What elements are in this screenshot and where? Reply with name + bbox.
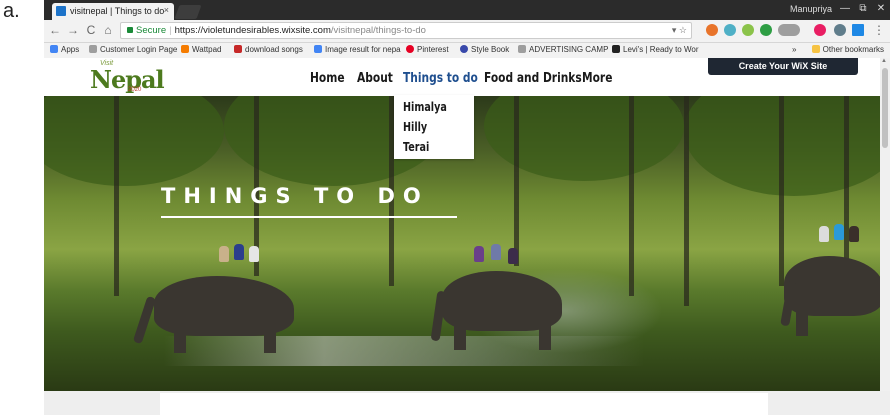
- home-icon[interactable]: ⌂: [101, 23, 115, 37]
- bookmark-item[interactable]: Apps: [50, 45, 79, 54]
- title-bar: visitnepal | Things to do × Manupriya — …: [44, 0, 890, 20]
- dropdown-item-himalya[interactable]: Himalya: [403, 100, 447, 114]
- rider: [474, 246, 484, 262]
- pinterest-icon: [406, 45, 414, 53]
- tree-trunk: [684, 96, 689, 306]
- site-favicon-icon: [56, 6, 66, 16]
- forward-icon[interactable]: →: [66, 23, 80, 37]
- extension-icon[interactable]: [834, 24, 846, 36]
- nav-food-and-drinks[interactable]: Food and Drinks: [484, 71, 582, 86]
- url-path: /visitnepal/things-to-do: [330, 25, 426, 36]
- stylebook-icon: [460, 45, 468, 53]
- rider: [491, 244, 501, 260]
- maximize-icon[interactable]: ⧉: [856, 2, 870, 16]
- tree-trunk: [779, 96, 784, 286]
- address-bar[interactable]: Secure | https://violetundesirables.wixsit…: [120, 22, 692, 39]
- scroll-up-icon[interactable]: ▲: [881, 58, 887, 64]
- url-host: https://violetundesirables.wixsite.com: [174, 25, 331, 36]
- reload-icon[interactable]: C: [84, 23, 98, 37]
- google-icon: [314, 45, 322, 53]
- rider: [234, 244, 244, 260]
- page-icon: [518, 45, 526, 53]
- toggle-extension-icon[interactable]: [778, 24, 800, 36]
- tree-trunk: [514, 96, 519, 266]
- rider: [849, 226, 859, 242]
- power-extension-icon[interactable]: [760, 24, 772, 36]
- browser-tab[interactable]: visitnepal | Things to do ×: [52, 3, 174, 20]
- dropdown-item-terai[interactable]: Terai: [403, 140, 429, 154]
- nav-home[interactable]: Home: [310, 71, 345, 86]
- rider: [249, 246, 259, 262]
- new-tab-button[interactable]: [174, 5, 202, 19]
- bookmark-item[interactable]: ADVERTISING CAMP: [518, 45, 608, 54]
- scroll-thumb[interactable]: [882, 68, 888, 148]
- back-icon[interactable]: ←: [48, 23, 62, 37]
- figure-label: a.: [3, 0, 20, 22]
- bookmark-star-icon[interactable]: ▾ ☆: [672, 23, 687, 38]
- other-bookmarks[interactable]: Other bookmarks: [811, 45, 884, 54]
- folder-icon: [811, 45, 820, 53]
- wattpad-icon: [181, 45, 189, 53]
- bookmarks-bar: Apps Customer Login Page Wattpad downloa…: [44, 43, 890, 58]
- extension-icon[interactable]: [742, 24, 754, 36]
- browser-window: visitnepal | Things to do × Manupriya — …: [44, 0, 890, 391]
- tab-title: visitnepal | Things to do: [70, 6, 165, 16]
- page-scrollbar[interactable]: ▲: [880, 58, 890, 391]
- tree-trunk: [114, 96, 119, 296]
- bookmark-item[interactable]: Pinterest: [406, 45, 449, 54]
- dropdown-item-hilly[interactable]: Hilly: [403, 120, 427, 134]
- menu-icon[interactable]: ⋮: [872, 23, 886, 37]
- rider: [819, 226, 829, 242]
- site-header: Visit Nepal 2020 Home About Things to do…: [44, 58, 890, 96]
- rider: [834, 224, 844, 240]
- bookmarks-overflow-icon[interactable]: »: [792, 45, 796, 54]
- tree-trunk: [629, 96, 634, 296]
- bookmark-item[interactable]: download songs: [234, 45, 303, 54]
- secure-label: Secure: [136, 25, 167, 36]
- apps-icon: [50, 45, 58, 53]
- bookmark-item[interactable]: Levi's | Ready to Wor: [612, 45, 699, 54]
- bookmark-item[interactable]: Wattpad: [181, 45, 222, 54]
- tab-close-icon[interactable]: ×: [164, 5, 169, 15]
- close-window-icon[interactable]: ✕: [874, 2, 888, 16]
- page-icon: [89, 45, 97, 53]
- extension-icon[interactable]: [706, 24, 718, 36]
- hero-underline: [161, 216, 457, 218]
- things-to-do-dropdown: Himalya Hilly Terai: [394, 95, 474, 159]
- extension-icon[interactable]: [852, 24, 864, 36]
- address-toolbar: ← → C ⌂ Secure | https://violetundesirable…: [44, 20, 890, 43]
- extension-icon[interactable]: [724, 24, 736, 36]
- nav-things-to-do[interactable]: Things to do: [403, 71, 478, 86]
- foliage: [44, 96, 224, 186]
- play-icon: [234, 45, 242, 53]
- content-card: [160, 393, 768, 415]
- levis-icon: [612, 45, 620, 53]
- site-logo[interactable]: Visit Nepal 2020: [86, 60, 165, 94]
- profile-name[interactable]: Manupriya: [790, 4, 832, 14]
- lock-icon: [127, 27, 133, 33]
- river-water: [164, 336, 644, 366]
- create-wix-site-button[interactable]: Create Your WiX Site: [708, 58, 858, 75]
- rider: [508, 248, 518, 264]
- bookmark-item[interactable]: Image result for nepa: [314, 45, 401, 54]
- heart-extension-icon[interactable]: [814, 24, 826, 36]
- nav-more[interactable]: More: [582, 71, 612, 86]
- bookmark-item[interactable]: Customer Login Page: [89, 45, 177, 54]
- nav-about[interactable]: About: [357, 71, 393, 86]
- rider: [219, 246, 229, 262]
- hero-title: THINGS TO DO: [161, 184, 429, 208]
- bookmark-item[interactable]: Style Book: [460, 45, 509, 54]
- minimize-icon[interactable]: —: [838, 2, 852, 16]
